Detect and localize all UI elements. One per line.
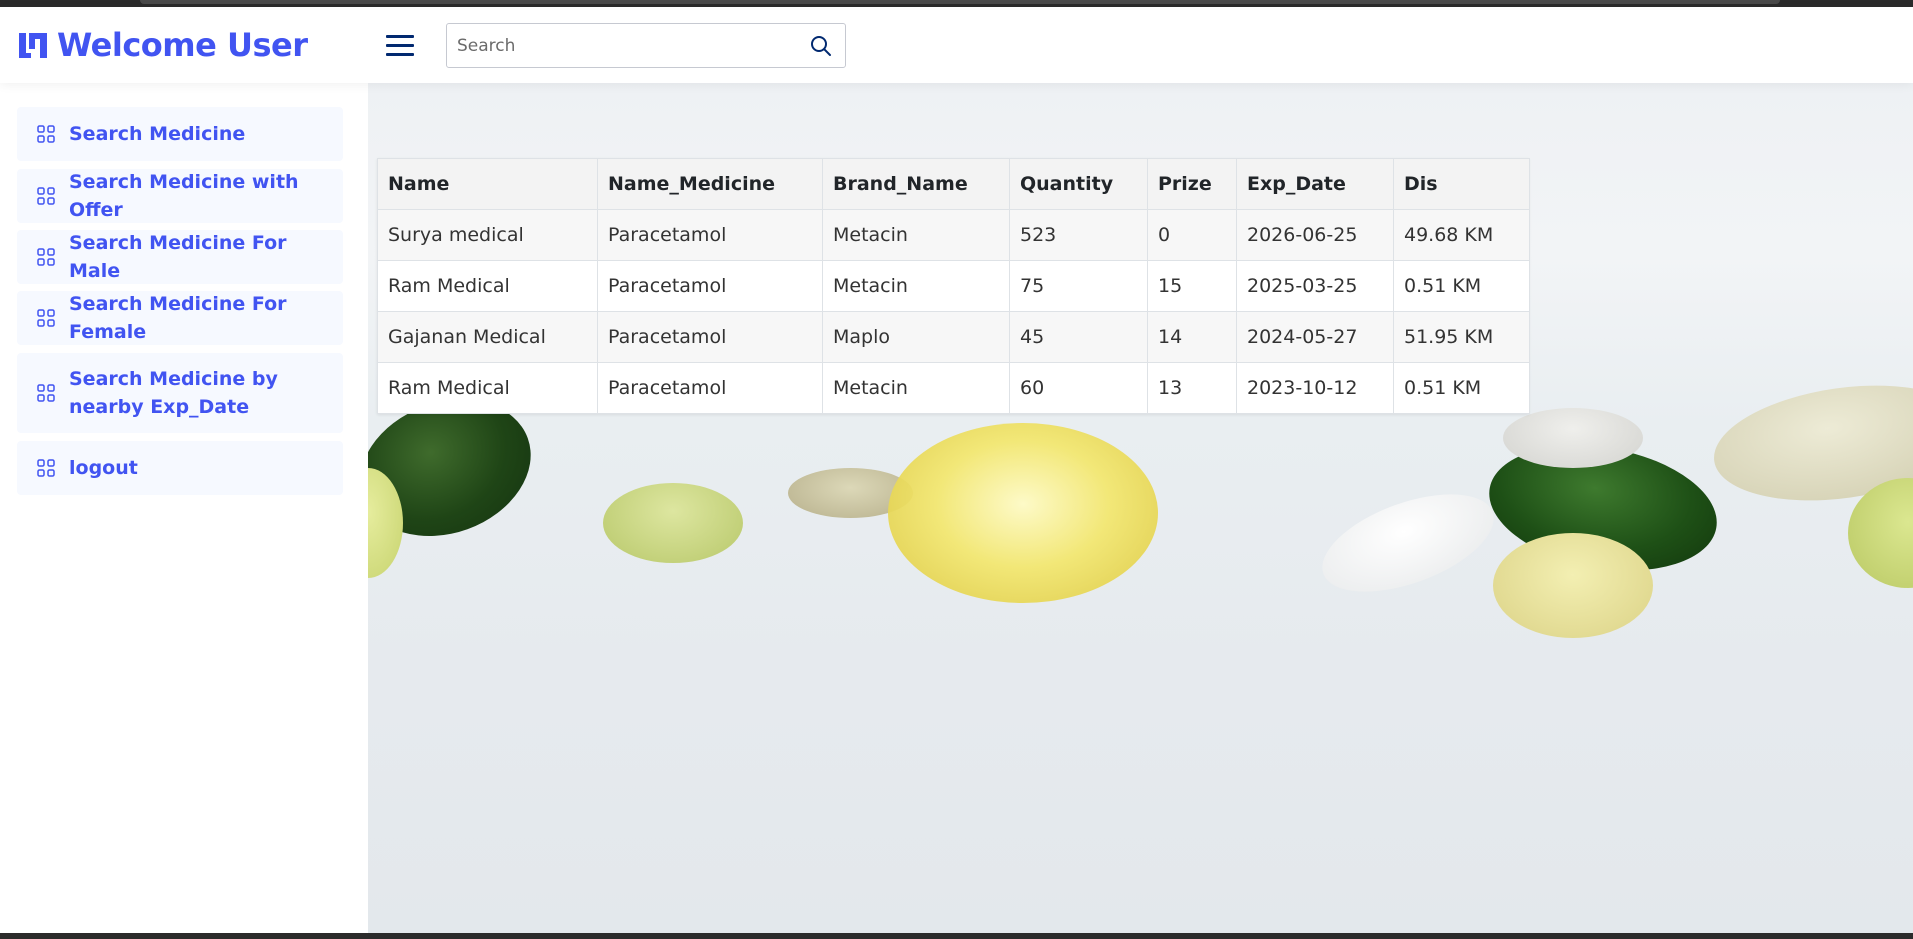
toggle-sidebar-icon[interactable]: [386, 33, 416, 59]
sidebar-item-logout[interactable]: logout: [17, 441, 343, 495]
column-header-quantity[interactable]: Quantity: [1009, 158, 1148, 210]
brand[interactable]: Welcome User: [17, 25, 308, 65]
table-cell: 45: [1009, 311, 1148, 363]
logo-icon: [19, 33, 47, 58]
table-cell: Ram Medical: [377, 362, 598, 414]
sidebar-item-label: Search Medicine with Offer: [69, 171, 299, 221]
table-header-row: Name Name_Medicine Brand_Name Quantity P…: [377, 158, 1530, 210]
table-cell: 75: [1009, 260, 1148, 312]
table-cell: 2025-03-25: [1236, 260, 1394, 312]
grid-icon: [37, 384, 55, 402]
table-row: Surya medical Paracetamol Metacin 523 0 …: [377, 209, 1530, 261]
sidebar-item-label: Search Medicine: [69, 123, 246, 145]
sidebar: Search Medicine Search Medicine with Off…: [0, 83, 368, 933]
table-row: Ram Medical Paracetamol Metacin 75 15 20…: [377, 260, 1530, 312]
table-cell: 2023-10-12: [1236, 362, 1394, 414]
search-input[interactable]: [457, 24, 787, 67]
column-header-prize[interactable]: Prize: [1147, 158, 1237, 210]
table-cell: 2024-05-27: [1236, 311, 1394, 363]
table-row: Ram Medical Paracetamol Metacin 60 13 20…: [377, 362, 1530, 414]
table-cell: 0.51 KM: [1393, 362, 1530, 414]
sidebar-item-search-medicine-exp-date[interactable]: Search Medicine by nearby Exp_Date: [17, 353, 343, 433]
table-cell: Metacin: [822, 260, 1010, 312]
sidebar-item-search-medicine-female[interactable]: Search Medicine For Female: [17, 291, 343, 345]
sidebar-item-search-medicine-offer[interactable]: Search Medicine with Offer: [17, 169, 343, 223]
sidebar-item-label: logout: [69, 457, 138, 479]
grid-icon: [37, 248, 55, 266]
table-cell: Metacin: [822, 362, 1010, 414]
search-icon[interactable]: [809, 34, 833, 58]
table-cell: 523: [1009, 209, 1148, 261]
grid-icon: [37, 125, 55, 143]
sidebar-item-label: Search Medicine by nearby Exp_Date: [69, 368, 278, 418]
search-form: [446, 23, 846, 68]
table-cell: 60: [1009, 362, 1148, 414]
table-cell: Paracetamol: [597, 311, 823, 363]
brand-title: Welcome User: [57, 26, 308, 64]
table-row: Gajanan Medical Paracetamol Maplo 45 14 …: [377, 311, 1530, 363]
main-content: Name Name_Medicine Brand_Name Quantity P…: [368, 83, 1913, 933]
table-cell: Paracetamol: [597, 362, 823, 414]
table-cell: Maplo: [822, 311, 1010, 363]
grid-icon: [37, 309, 55, 327]
top-header: Welcome User: [0, 7, 1913, 83]
table-cell: Paracetamol: [597, 209, 823, 261]
sidebar-item-label: Search Medicine For Female: [69, 293, 287, 343]
table-cell: 2026-06-25: [1236, 209, 1394, 261]
column-header-brand-name[interactable]: Brand_Name: [822, 158, 1010, 210]
column-header-name[interactable]: Name: [377, 158, 598, 210]
sidebar-item-search-medicine-male[interactable]: Search Medicine For Male: [17, 230, 343, 284]
column-header-dis[interactable]: Dis: [1393, 158, 1530, 210]
table-cell: 49.68 KM: [1393, 209, 1530, 261]
column-header-name-medicine[interactable]: Name_Medicine: [597, 158, 823, 210]
medicine-results-table: Name Name_Medicine Brand_Name Quantity P…: [377, 158, 1530, 414]
table-cell: 0.51 KM: [1393, 260, 1530, 312]
table-cell: 14: [1147, 311, 1237, 363]
grid-icon: [37, 187, 55, 205]
table-cell: Gajanan Medical: [377, 311, 598, 363]
table-cell: 51.95 KM: [1393, 311, 1530, 363]
table-cell: Metacin: [822, 209, 1010, 261]
sidebar-item-label: Search Medicine For Male: [69, 232, 287, 282]
window-top-bar: [0, 0, 1913, 7]
sidebar-item-search-medicine[interactable]: Search Medicine: [17, 107, 343, 161]
table-cell: Ram Medical: [377, 260, 598, 312]
column-header-exp-date[interactable]: Exp_Date: [1236, 158, 1394, 210]
table-cell: 13: [1147, 362, 1237, 414]
grid-icon: [37, 459, 55, 477]
table-cell: Surya medical: [377, 209, 598, 261]
table-cell: Paracetamol: [597, 260, 823, 312]
window-bottom-bar: [0, 933, 1913, 939]
table-cell: 15: [1147, 260, 1237, 312]
table-cell: 0: [1147, 209, 1237, 261]
